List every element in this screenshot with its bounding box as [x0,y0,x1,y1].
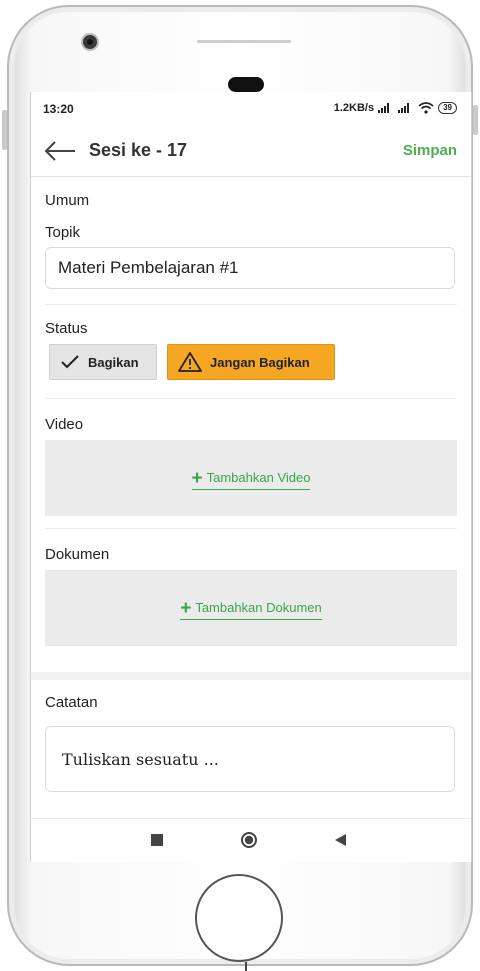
circle-icon[interactable] [240,831,258,849]
add-video-label: Tambahkan Video [206,470,311,485]
topic-label: Topik [45,224,81,241]
notes-input[interactable]: Tuliskan sesuatu ... [45,726,455,792]
signal-icon-2 [398,103,410,113]
triangle-back-icon[interactable] [334,834,346,846]
add-document-label: Tambahkan Dokumen [195,600,322,615]
topic-input-value: Materi Pembelajaran #1 [58,258,239,277]
plus-icon: + [191,468,203,489]
front-camera-icon [83,35,97,49]
divider [45,304,457,305]
topic-input[interactable]: Materi Pembelajaran #1 [45,247,455,289]
speaker-grille [197,40,291,43]
save-button[interactable]: Simpan [403,142,457,159]
wifi-icon [418,102,434,114]
earpiece [228,77,264,92]
document-label: Dokumen [45,546,110,563]
video-dropzone: + Tambahkan Video [45,440,457,516]
dont-share-option-label: Jangan Bagikan [210,354,310,370]
side-button-right [473,105,478,135]
arrow-left-icon[interactable] [43,138,77,164]
app-bar: Sesi ke - 17 Simpan [31,126,471,177]
warning-icon [178,352,202,372]
add-document-button[interactable]: + Tambahkan Dokumen [45,598,457,620]
network-speed: 1.2KB/s [333,102,375,114]
app-screen: 13:20 1.2KB/s 39 Sesi ke - 17 Simpan Umu… [30,92,472,862]
divider [45,398,457,399]
battery-icon: 39 [438,102,457,114]
check-icon [61,355,79,369]
plus-icon: + [180,598,192,619]
video-label: Video [45,416,84,433]
share-option-button[interactable]: Bagikan [49,344,157,380]
system-nav-bar [31,818,471,862]
dont-share-option-button[interactable]: Jangan Bagikan [167,344,335,380]
notes-placeholder: Tuliskan sesuatu ... [62,749,219,769]
side-button-left [2,110,7,150]
status-indicators: 1.2KB/s 39 [334,102,457,114]
square-icon[interactable] [151,834,163,846]
document-dropzone: + Tambahkan Dokumen [45,570,457,646]
status-time: 13:20 [43,102,74,116]
section-separator [31,672,471,680]
page-title: Sesi ke - 17 [89,140,188,160]
bottom-edge-mark [245,962,247,971]
home-button[interactable] [195,874,283,962]
notes-label: Catatan [45,694,98,711]
status-label: Status [45,320,88,337]
divider [45,528,457,529]
status-bar: 13:20 1.2KB/s 39 [31,92,471,122]
add-video-button[interactable]: + Tambahkan Video [45,468,457,490]
signal-icon [378,103,390,113]
section-general-label: Umum [45,192,90,209]
share-option-label: Bagikan [88,354,139,370]
